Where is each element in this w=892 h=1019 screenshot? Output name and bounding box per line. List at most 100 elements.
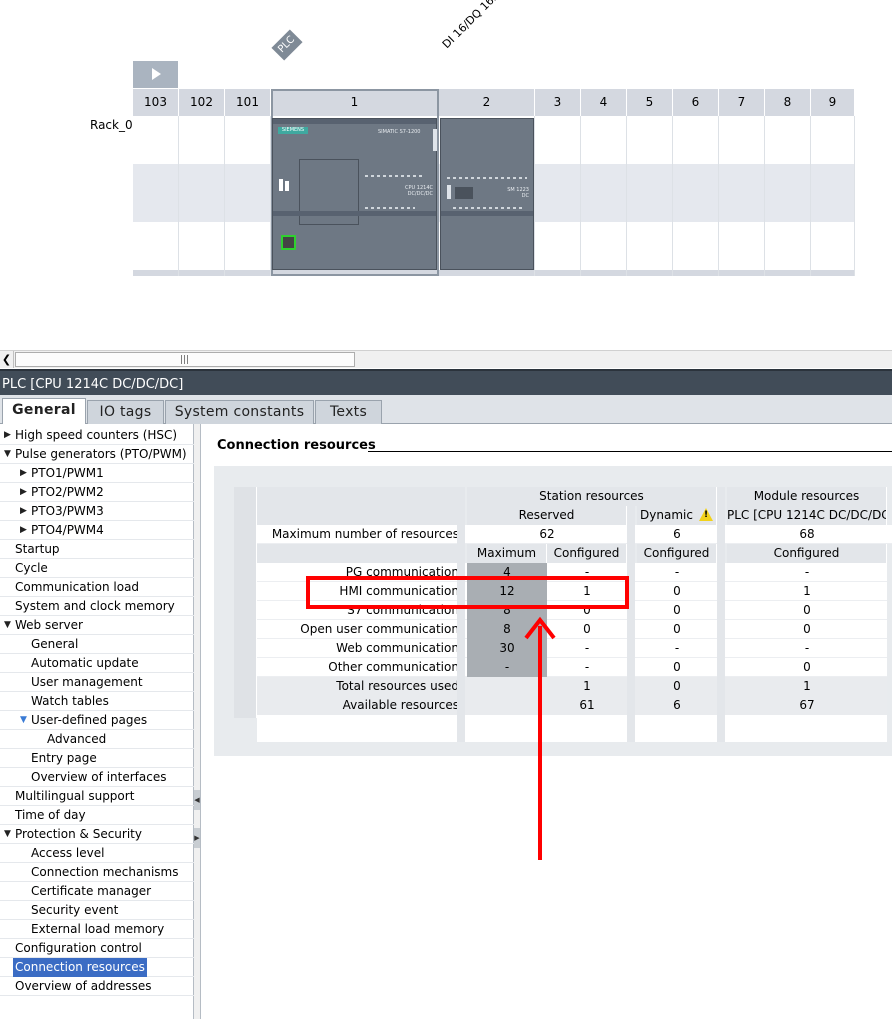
slot-header[interactable]: 9: [811, 89, 855, 116]
expand-arrow-icon[interactable]: ▶: [20, 502, 27, 521]
scroll-left-icon[interactable]: ❮: [0, 351, 14, 368]
nav-item[interactable]: Access level: [0, 844, 194, 863]
nav-item[interactable]: ▶ PTO1/PWM1: [0, 464, 194, 483]
tab-system-constants[interactable]: System constants: [165, 400, 314, 424]
nav-item[interactable]: Multilingual support: [0, 787, 194, 806]
nav-item[interactable]: System and clock memory: [0, 597, 194, 616]
slot-cell[interactable]: [535, 116, 581, 276]
nav-item[interactable]: Communication load: [0, 578, 194, 597]
inspector-title: PLC [CPU 1214C DC/DC/DC]: [0, 369, 892, 395]
row-maximum: 8: [467, 620, 547, 639]
collapse-left-icon[interactable]: ◀: [194, 790, 200, 810]
signal-module[interactable]: SM 1223 DC: [440, 118, 534, 270]
tab-io-tags[interactable]: IO tags: [87, 400, 164, 424]
nav-item[interactable]: Security event: [0, 901, 194, 920]
slot-header[interactable]: 4: [581, 89, 627, 116]
nav-item[interactable]: Time of day: [0, 806, 194, 825]
ethernet-port-icon[interactable]: [281, 235, 296, 250]
nav-item[interactable]: ▼ Protection & Security: [0, 825, 194, 844]
slot-cell[interactable]: [133, 116, 179, 276]
slot-cell[interactable]: [179, 116, 225, 276]
nav-item[interactable]: Certificate manager: [0, 882, 194, 901]
expand-arrow-icon[interactable]: ▶: [20, 483, 27, 502]
horizontal-scrollbar[interactable]: ❮ |||: [0, 350, 892, 368]
slot-cell[interactable]: [765, 116, 811, 276]
slot-header[interactable]: 7: [719, 89, 765, 116]
slot-header[interactable]: 8: [765, 89, 811, 116]
nav-item[interactable]: ▼ Pulse generators (PTO/PWM): [0, 445, 194, 464]
nav-item[interactable]: Automatic update: [0, 654, 194, 673]
scroll-thumb[interactable]: |||: [15, 352, 355, 367]
cpu-module[interactable]: SIEMENS SIMATIC S7-1200 CPU 1214C DC/DC/…: [272, 118, 437, 270]
nav-item-label: Startup: [15, 542, 60, 556]
slot-header[interactable]: 102: [179, 89, 225, 116]
module-label-di-dq[interactable]: DI 16/DQ 16x: [440, 0, 502, 51]
row-dynamic: -: [674, 641, 680, 655]
row-label: Other communication:: [328, 660, 463, 674]
row-configured: 0: [583, 622, 591, 636]
nav-item-label: High speed counters (HSC): [15, 428, 178, 442]
expand-right-icon[interactable]: ▶: [194, 828, 200, 848]
row-module: 0: [803, 660, 811, 674]
nav-splitter[interactable]: ◀ ▶: [194, 424, 201, 1019]
row-dynamic: 0: [673, 584, 681, 598]
nav-item[interactable]: ▼ User-defined pages: [0, 711, 194, 730]
nav-item[interactable]: External load memory: [0, 920, 194, 939]
nav-item[interactable]: User management: [0, 673, 194, 692]
nav-item-label: PTO2/PWM2: [31, 485, 104, 499]
row-dynamic: 0: [673, 660, 681, 674]
nav-item[interactable]: Advanced: [0, 730, 194, 749]
highlight-box: [306, 576, 629, 609]
max-module: 68: [799, 527, 815, 541]
slot-cell[interactable]: [581, 116, 627, 276]
nav-item[interactable]: Connection mechanisms: [0, 863, 194, 882]
nav-item[interactable]: ▶ PTO3/PWM3: [0, 502, 194, 521]
slot-cell[interactable]: [719, 116, 765, 276]
nav-item[interactable]: Overview of addresses: [0, 977, 194, 996]
expand-arrow-icon[interactable]: ▶: [20, 521, 27, 540]
nav-item[interactable]: Watch tables: [0, 692, 194, 711]
nav-item[interactable]: General: [0, 635, 194, 654]
total-label: Total resources used:: [336, 679, 463, 693]
collapse-arrow-icon[interactable]: ▼: [20, 711, 27, 730]
slot-header[interactable]: 6: [673, 89, 719, 116]
slot-cell[interactable]: [673, 116, 719, 276]
expand-arrow-icon[interactable]: ▶: [4, 426, 11, 445]
slot-header[interactable]: 101: [225, 89, 271, 116]
slot-header[interactable]: 103: [133, 89, 179, 116]
slot-header[interactable]: 3: [535, 89, 581, 116]
nav-item-label: Entry page: [31, 751, 97, 765]
collapse-arrow-icon[interactable]: ▼: [4, 616, 11, 635]
nav-item[interactable]: Overview of interfaces: [0, 768, 194, 787]
slot-cell[interactable]: [225, 116, 271, 276]
section-title: Connection resources: [217, 438, 376, 453]
nav-item[interactable]: Cycle: [0, 559, 194, 578]
device-view: PLC DI 16/DQ 16x Rack_0 103 102 101 1 2 3 4 5 6 7…: [0, 0, 892, 350]
slot-header[interactable]: 5: [627, 89, 673, 116]
row-module: 0: [803, 622, 811, 636]
nav-item[interactable]: Entry page: [0, 749, 194, 768]
subheader-maximum: Maximum: [467, 544, 547, 563]
nav-item[interactable]: ▼ Web server: [0, 616, 194, 635]
slot-header[interactable]: 2: [439, 89, 535, 116]
nav-item[interactable]: Startup: [0, 540, 194, 559]
row-module: 1: [803, 584, 811, 598]
module-label-plc[interactable]: PLC: [271, 29, 303, 61]
slot-cell[interactable]: [811, 116, 855, 276]
collapse-arrow-icon[interactable]: ▼: [4, 445, 11, 464]
expand-arrow-icon[interactable]: ▶: [20, 464, 27, 483]
tab-texts[interactable]: Texts: [315, 400, 382, 424]
nav-item[interactable]: ▶ PTO2/PWM2: [0, 483, 194, 502]
expand-rack-button[interactable]: [133, 61, 178, 88]
slot-cell[interactable]: [627, 116, 673, 276]
nav-item[interactable]: Connection resources: [0, 958, 194, 977]
nav-item[interactable]: ▶ High speed counters (HSC): [0, 426, 194, 445]
nav-item[interactable]: Configuration control: [0, 939, 194, 958]
properties-content: Connection resources Station resources M…: [202, 424, 892, 1019]
collapse-arrow-icon[interactable]: ▼: [4, 825, 11, 844]
nav-item-label: Security event: [31, 903, 119, 917]
header-dynamic-label: Dynamic: [640, 508, 693, 522]
tab-general[interactable]: General: [2, 398, 86, 425]
nav-item[interactable]: ▶ PTO4/PWM4: [0, 521, 194, 540]
nav-item-label: Multilingual support: [15, 789, 135, 803]
